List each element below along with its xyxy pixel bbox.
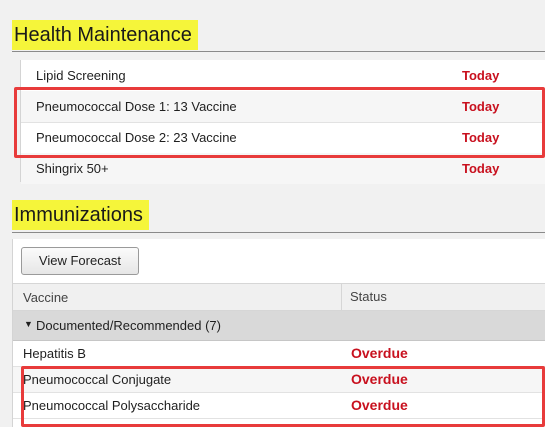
vaccine-status: Overdue	[351, 345, 408, 361]
health-maintenance-item-name: Lipid Screening	[36, 68, 126, 83]
column-header-status[interactable]: Status	[341, 284, 387, 310]
vaccine-name: Hepatitis B	[23, 346, 86, 361]
health-maintenance-item-due: Today	[462, 161, 500, 176]
health-maintenance-heading: Health Maintenance	[12, 20, 198, 50]
health-maintenance-item-due: Today	[462, 68, 500, 83]
annotation-highlight-box	[21, 366, 545, 427]
health-maintenance-item-name: Shingrix 50+	[36, 161, 109, 176]
annotation-highlight-box	[14, 87, 545, 158]
health-maintenance-divider	[12, 51, 545, 52]
immunizations-table-header: Vaccine Status	[13, 283, 545, 311]
view-forecast-button[interactable]: View Forecast	[21, 247, 139, 275]
group-row-documented-recommended[interactable]: ▼ Documented/Recommended (7)	[13, 311, 545, 341]
caret-down-icon[interactable]: ▼	[24, 319, 33, 329]
immunizations-heading: Immunizations	[12, 200, 149, 230]
table-row[interactable]: Hepatitis B Overdue	[13, 341, 545, 367]
column-header-vaccine[interactable]: Vaccine	[23, 290, 68, 305]
group-label: Documented/Recommended (7)	[36, 318, 221, 333]
immunizations-divider	[12, 232, 545, 233]
